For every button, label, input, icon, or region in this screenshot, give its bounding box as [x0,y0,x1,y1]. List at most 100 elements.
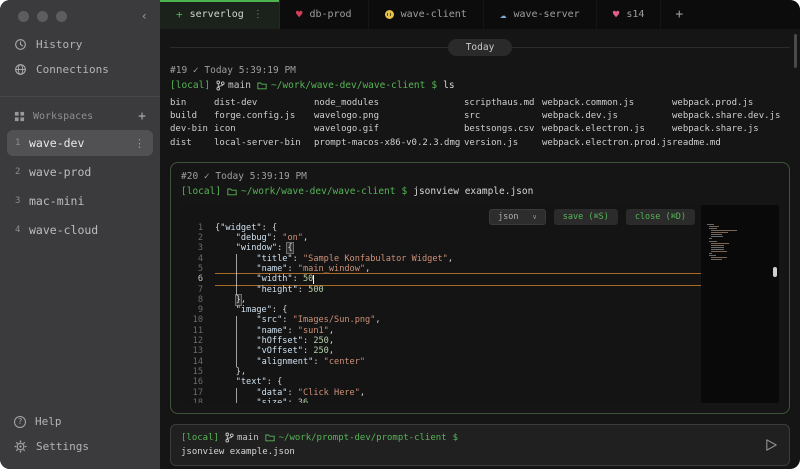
workspaces-header-label: Workspaces [33,111,93,122]
titlebar: ‹ [0,0,160,32]
command-input[interactable]: [local] main ~/work/prompt-dev/prompt-cl… [170,424,790,466]
tab-s14[interactable]: ♥s14 [597,0,662,29]
tab-label: db-prod [309,9,351,20]
token: "vOffset" [256,346,303,356]
line-number: 5 [181,264,203,274]
minimap-line [711,243,729,244]
sidebar-item-history[interactable]: History [0,32,160,57]
sidebar: ‹ History Connections [0,0,160,469]
indent-guide [236,254,237,295]
tab-db-prod[interactable]: ♥db-prod [280,0,369,29]
token: 500 [308,285,324,295]
minimap-line [711,232,728,233]
close-window-icon[interactable] [18,11,29,22]
tab-serverlog[interactable]: + serverlog ⋮ [160,0,280,29]
line-content: "width": 50 [215,274,701,284]
line-number: 14 [181,357,203,367]
check-icon: ✓ [193,65,199,76]
minimap[interactable] [701,205,779,403]
workspaces-header: Workspaces + [0,105,160,128]
tab-menu-icon[interactable]: ⋮ [253,9,263,20]
command-input-value[interactable]: jsonview example.json [181,445,779,459]
ls-column: node_moduleswavelogo.pngwavelogo.gifprom… [314,97,464,150]
workspace-item-mac-mini[interactable]: 3mac-mini [7,188,153,214]
folder-icon [257,81,267,90]
minimap-line [709,255,716,256]
minimap-line [711,251,727,252]
workspace-menu-icon[interactable]: ⋮ [134,137,145,150]
plus-icon: + [176,9,183,20]
app-window: ‹ History Connections [0,0,800,469]
save-button[interactable]: save (⌘S) [554,209,618,225]
token: : [303,336,313,346]
add-workspace-button[interactable]: + [138,109,146,124]
collapse-sidebar-icon[interactable]: ‹ [141,9,148,23]
input-prompt-line: [local] main ~/work/prompt-dev/prompt-cl… [181,431,779,445]
tab-wave-server[interactable]: ☁wave-server [484,0,597,29]
ls-column: webpack.common.jswebpack.dev.jswebpack.e… [542,97,672,150]
tab-wave-client[interactable]: wave-client [369,0,484,29]
tab-bar: + serverlog ⋮ ♥db-prodwave-client☁wave-serv… [160,0,800,29]
zoom-window-icon[interactable] [56,11,67,22]
token: : [303,346,313,356]
code-line-2: 2"debug": "on", [181,233,701,243]
workspace-index: 1 [15,138,29,148]
minimap-scroll-handle[interactable] [773,267,777,277]
line-content: "debug": "on", [215,233,701,243]
new-tab-button[interactable]: + [661,0,697,29]
token: : [293,254,303,264]
ls-file: version.js [464,137,542,150]
code-lines[interactable]: 1{"widget": {2"debug": "on",3"window": {… [181,223,701,403]
ls-file: build [170,110,214,123]
line-number: 13 [181,346,203,356]
code-line-16: 16"text": { [181,377,701,387]
workspace-item-wave-cloud[interactable]: 4wave-cloud [7,217,153,243]
token: : [282,315,292,325]
token: : [298,285,308,295]
line-content: "image": { [215,305,701,315]
git-branch: main [225,431,259,445]
minimize-window-icon[interactable] [37,11,48,22]
token: 36 [298,398,308,403]
traffic-lights[interactable] [18,11,67,22]
emoji-face-icon [385,10,394,19]
code-line-13: 13"vOffset": 250, [181,346,701,356]
ls-file: webpack.common.js [542,97,672,110]
line-number: 1 [181,223,203,233]
language-value: json [498,212,518,222]
token: "name" [256,326,287,336]
workspace-index: 2 [15,167,29,177]
token: "title" [256,254,292,264]
workspace-item-wave-prod[interactable]: 2wave-prod [7,159,153,185]
send-command-icon[interactable] [764,437,779,452]
token: "main_window" [298,264,365,274]
close-button[interactable]: close (⌘D) [626,209,695,225]
line-content: }, [215,367,701,377]
workspace-item-wave-dev[interactable]: 1wave-dev⋮ [7,130,153,156]
token: : [272,233,282,243]
command-block-19[interactable]: #19 ✓ Today 5:39:19 PM [local] main [170,63,790,150]
line-number: 9 [181,305,203,315]
command-block-20[interactable]: #20 ✓ Today 5:39:19 PM [local] ~/work/wa… [170,162,790,414]
main-scrollbar[interactable] [794,34,797,68]
ls-file: wavelogo.png [314,110,464,123]
sidebar-item-settings[interactable]: Settings [0,434,160,459]
gear-icon [14,440,27,453]
line-number: 11 [181,326,203,336]
language-select[interactable]: json ∨ [489,209,546,225]
token: "name" [256,264,287,274]
today-pill[interactable]: Today [448,39,513,56]
line-content: "alignment": "center" [215,357,701,367]
token: : [287,398,297,403]
sidebar-item-connections[interactable]: Connections [0,57,160,82]
ls-file: webpack.electron.prod.js [542,137,672,150]
token: { [287,243,292,253]
line-content: "title": "Sample Konfabulator Widget", [215,254,701,264]
line-content: "name": "main_window", [215,264,701,274]
json-editor[interactable]: json ∨ save (⌘S) close (⌘D) 1{"widget": … [181,205,779,403]
ls-file: dev-bin [170,123,214,136]
sidebar-item-help[interactable]: ? Help [0,409,160,434]
prompt-symbol: $ [401,184,407,199]
command-text: jsonview example.json [413,184,533,199]
tab-label: serverlog [190,9,244,20]
